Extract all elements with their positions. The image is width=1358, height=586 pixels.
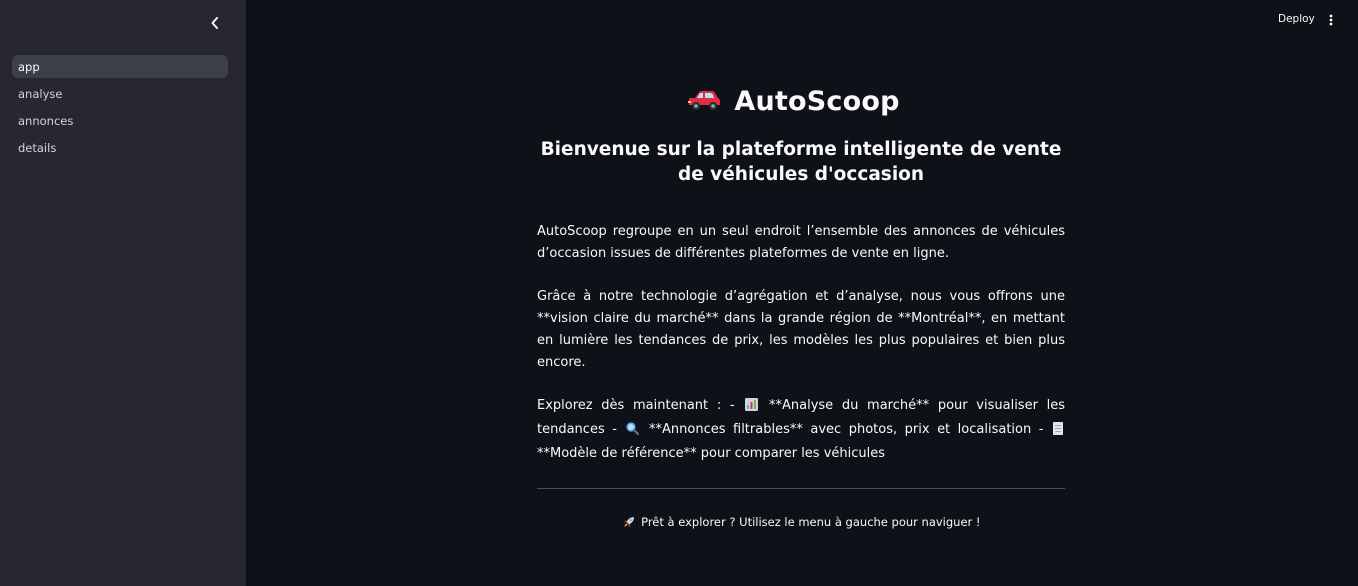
sidebar: app analyse annonces details (0, 0, 246, 586)
page-subtitle: Bienvenue sur la plateforme intelligente… (540, 139, 1062, 185)
bar-chart-icon (745, 397, 759, 419)
deploy-button[interactable]: Deploy (1272, 11, 1321, 27)
sidebar-item-annonces[interactable]: annonces (12, 109, 228, 132)
sidebar-item-label: analyse (18, 86, 63, 101)
explore-text-4: **Modèle de référence** pour comparer le… (537, 445, 886, 461)
call-to-action: Prêt à explorer ? Utilisez le menu à gau… (537, 515, 1065, 531)
kebab-menu-icon (1329, 14, 1333, 26)
red-car-icon (686, 88, 722, 114)
chevron-left-icon (211, 17, 218, 29)
document-icon (1052, 421, 1063, 443)
page-title: AutoScoop (734, 85, 900, 117)
sidebar-item-label: annonces (18, 113, 74, 128)
sidebar-item-label: app (18, 59, 40, 74)
main-content: AutoScoop Bienvenue sur la plateforme in… (537, 80, 1065, 531)
explore-text-1: Explorez dès maintenant : - (537, 398, 735, 414)
intro-paragraph: AutoScoop regroupe en un seul endroit l’… (537, 224, 1065, 261)
sidebar-nav: app analyse annonces details (12, 55, 228, 163)
main-menu-button[interactable] (1324, 11, 1338, 29)
sidebar-item-app[interactable]: app (12, 55, 228, 78)
sidebar-item-analyse[interactable]: analyse (12, 82, 228, 105)
rocket-icon (623, 516, 635, 531)
sidebar-item-label: details (18, 140, 57, 155)
cta-text: Prêt à explorer ? Utilisez le menu à gau… (641, 515, 981, 530)
collapse-sidebar-button[interactable] (204, 12, 226, 34)
page-title-row: AutoScoop (521, 80, 1065, 122)
app-window: app analyse annonces details Deploy Auto… (0, 0, 1358, 586)
explore-text-3: **Annonces filtrables** avec photos, pri… (649, 421, 1044, 437)
sidebar-item-details[interactable]: details (12, 136, 228, 159)
magnifier-icon (626, 421, 640, 443)
technology-paragraph: Grâce à notre technologie d’agrégation e… (537, 289, 1065, 370)
divider (537, 488, 1065, 490)
explore-paragraph: Explorez dès maintenant : - **Analyse du… (537, 395, 1065, 464)
